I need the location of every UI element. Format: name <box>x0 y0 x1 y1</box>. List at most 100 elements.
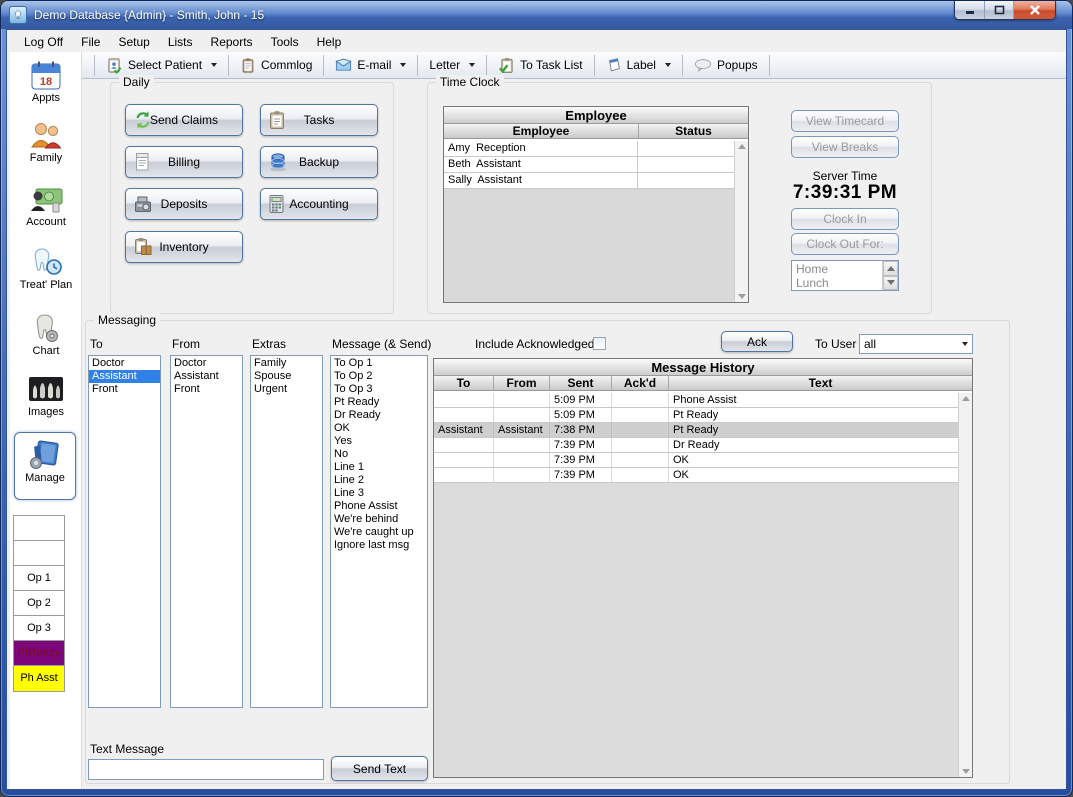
sidebar-item-manage[interactable]: Manage <box>14 432 76 500</box>
from-listbox[interactable]: DoctorAssistantFront <box>170 355 243 708</box>
commlog-button[interactable]: Commlog <box>231 54 321 77</box>
sidebar-item-chart[interactable]: Chart <box>10 313 82 357</box>
view-breaks-button[interactable]: View Breaks <box>791 136 899 158</box>
employee-col-header[interactable]: Employee <box>444 124 638 138</box>
to-listbox[interactable]: DoctorAssistantFront <box>88 355 161 708</box>
deposits-button[interactable]: Deposits <box>125 188 243 220</box>
scroll-down-icon[interactable] <box>962 769 970 774</box>
backup-button[interactable]: Backup <box>260 146 378 178</box>
message-history-row[interactable]: AssistantAssistant7:38 PMPt Ready <box>434 423 958 438</box>
op-list-item[interactable]: PtReady <box>14 641 64 666</box>
op-list-item[interactable] <box>14 541 64 566</box>
op-list-item[interactable] <box>14 516 64 541</box>
include-acknowledged-checkbox[interactable] <box>593 337 606 350</box>
list-item[interactable]: We're behind <box>331 513 427 526</box>
list-item[interactable]: OK <box>331 422 427 435</box>
message-history-row[interactable]: 7:39 PMOK <box>434 453 958 468</box>
menu-item-help[interactable]: Help <box>308 33 351 51</box>
message-history-scrollbar[interactable] <box>958 393 972 777</box>
message-history-row[interactable]: 7:39 PMDr Ready <box>434 438 958 453</box>
col-header-sent[interactable]: Sent <box>549 376 611 390</box>
message-history-row[interactable]: 5:09 PMPt Ready <box>434 408 958 423</box>
maximize-button[interactable] <box>984 1 1013 19</box>
clock-out-option[interactable]: Lunch <box>796 276 882 290</box>
clock-out-for-button[interactable]: Clock Out For: <box>791 233 899 255</box>
menu-item-log-off[interactable]: Log Off <box>15 33 72 51</box>
employee-table-scrollbar[interactable] <box>734 141 748 302</box>
clock-out-options-list[interactable]: Home Lunch <box>791 260 899 291</box>
chevron-down-icon[interactable] <box>665 63 671 67</box>
letter-button[interactable]: Letter <box>420 54 484 77</box>
chevron-down-icon[interactable] <box>469 63 475 67</box>
op-list-item[interactable]: Op 1 <box>14 566 64 591</box>
list-item[interactable]: Line 2 <box>331 474 427 487</box>
to-user-dropdown[interactable]: all <box>859 334 973 354</box>
list-item[interactable]: Line 1 <box>331 461 427 474</box>
list-item[interactable]: Dr Ready <box>331 409 427 422</box>
list-item[interactable]: Ignore last msg <box>331 539 427 552</box>
list-item[interactable]: Front <box>171 383 242 396</box>
menu-item-tools[interactable]: Tools <box>262 33 308 51</box>
col-header-to[interactable]: To <box>434 376 493 390</box>
clock-out-option[interactable]: Home <box>796 262 882 276</box>
clock-in-button[interactable]: Clock In <box>791 208 899 230</box>
message-send-listbox[interactable]: To Op 1To Op 2To Op 3Pt ReadyDr ReadyOKY… <box>330 355 428 708</box>
sidebar-item-family[interactable]: Family <box>10 120 82 164</box>
list-item[interactable]: No <box>331 448 427 461</box>
inventory-button[interactable]: Inventory <box>125 231 243 263</box>
sidebar-item-treatplan[interactable]: Treat' Plan <box>10 247 82 291</box>
send-text-button[interactable]: Send Text <box>331 756 428 781</box>
tasks-button[interactable]: Tasks <box>260 104 378 136</box>
list-item[interactable]: Phone Assist <box>331 500 427 513</box>
send-claims-button[interactable]: Send Claims <box>125 104 243 136</box>
list-item[interactable]: Assistant <box>171 370 242 383</box>
accounting-button[interactable]: Accounting <box>260 188 378 220</box>
menu-item-setup[interactable]: Setup <box>109 33 158 51</box>
list-item[interactable]: Urgent <box>251 383 322 396</box>
message-history-row[interactable]: 5:09 PMPhone Assist <box>434 393 958 408</box>
billing-button[interactable]: Billing <box>125 146 243 178</box>
chevron-down-icon[interactable] <box>211 63 217 67</box>
list-item[interactable]: Spouse <box>251 370 322 383</box>
status-col-header[interactable]: Status <box>638 124 748 138</box>
list-item[interactable]: Line 3 <box>331 487 427 500</box>
scroll-down-icon[interactable] <box>738 294 746 299</box>
sidebar-item-account[interactable]: Account <box>10 183 82 228</box>
scroll-up-icon[interactable] <box>738 144 746 149</box>
employee-row[interactable]: Sally Assistant <box>444 173 734 189</box>
label-button[interactable]: Label <box>597 54 680 77</box>
col-header-ackd[interactable]: Ack'd <box>611 376 668 390</box>
col-header-from[interactable]: From <box>493 376 549 390</box>
spinner-up-button[interactable] <box>883 261 898 276</box>
list-item[interactable]: Family <box>251 357 322 370</box>
text-message-input[interactable] <box>88 759 324 780</box>
col-header-text[interactable]: Text <box>668 376 972 390</box>
ack-button[interactable]: Ack <box>721 331 793 352</box>
list-item[interactable]: Front <box>89 383 160 396</box>
list-item[interactable]: To Op 1 <box>331 357 427 370</box>
spinner-down-button[interactable] <box>883 276 898 291</box>
list-item[interactable]: To Op 2 <box>331 370 427 383</box>
employee-row[interactable]: Beth Assistant <box>444 157 734 173</box>
op-list-item[interactable]: Op 3 <box>14 616 64 641</box>
list-item[interactable]: Yes <box>331 435 427 448</box>
list-item[interactable]: Doctor <box>171 357 242 370</box>
select-patient-button[interactable]: Select Patient <box>97 54 226 77</box>
minimize-button[interactable] <box>955 1 984 19</box>
combo-arrow[interactable] <box>957 335 972 353</box>
op-list-item[interactable]: Op 2 <box>14 591 64 616</box>
list-item[interactable]: Doctor <box>89 357 160 370</box>
menu-item-file[interactable]: File <box>72 33 109 51</box>
email-button[interactable]: E-mail <box>326 54 415 77</box>
chevron-down-icon[interactable] <box>400 63 406 67</box>
extras-listbox[interactable]: FamilySpouseUrgent <box>250 355 323 708</box>
op-list-item[interactable]: Ph Asst <box>14 666 64 691</box>
message-history-row[interactable]: 7:39 PMOK <box>434 468 958 483</box>
list-item[interactable]: Assistant <box>89 370 160 383</box>
view-timecard-button[interactable]: View Timecard <box>791 110 899 132</box>
employee-row[interactable]: Amy Reception <box>444 141 734 157</box>
close-button[interactable] <box>1013 1 1055 19</box>
list-item[interactable]: Pt Ready <box>331 396 427 409</box>
popups-button[interactable]: Popups <box>685 54 767 77</box>
menu-item-lists[interactable]: Lists <box>159 33 202 51</box>
